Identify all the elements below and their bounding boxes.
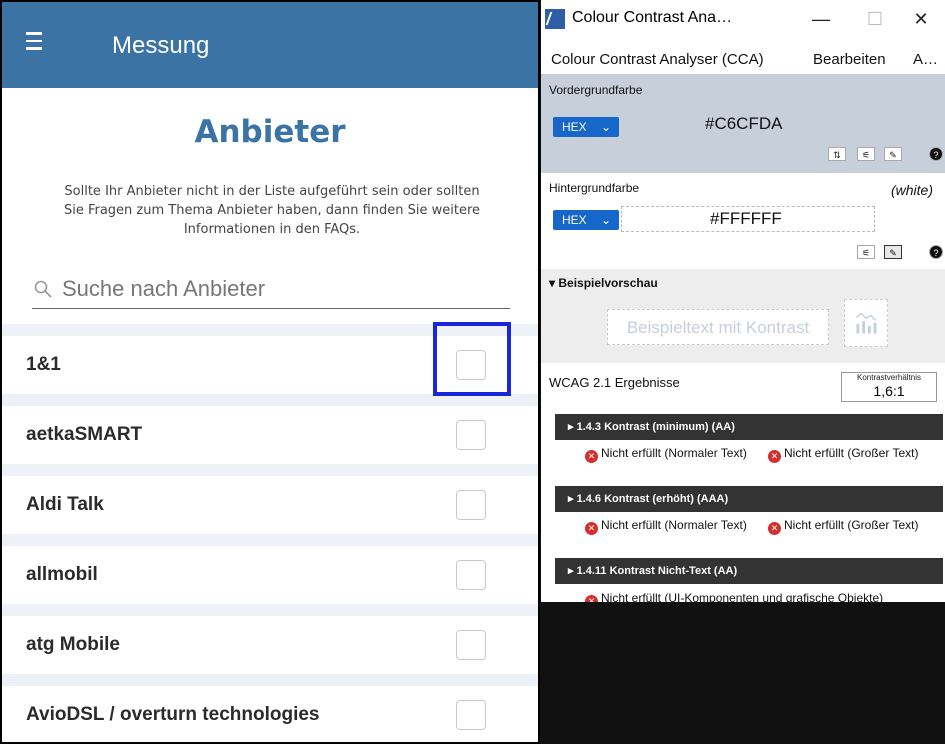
minimize-button[interactable]: —: [805, 6, 837, 32]
background-section: Hintergrundfarbe (white) HEX ⌄ #FFFFFF ⚟…: [541, 173, 945, 269]
list-item[interactable]: allmobil: [2, 534, 538, 604]
fail-icon: ✕: [768, 522, 781, 535]
background-format-dropdown[interactable]: HEX ⌄: [553, 210, 619, 230]
slider-settings-icon[interactable]: ⚟: [857, 245, 875, 259]
criterion-1411-toggle[interactable]: ▸ 1.4.11 Kontrast Nicht-Text (AA): [555, 558, 943, 584]
provider-checkbox[interactable]: [456, 420, 486, 450]
cca-app-icon: [545, 9, 565, 29]
foreground-hex-input[interactable]: #C6CFDA: [705, 114, 782, 134]
wcag-results-label: WCAG 2.1 Ergebnisse: [549, 375, 680, 390]
app-bar: Messung: [2, 2, 538, 88]
list-item[interactable]: AvioDSL / overturn technologies: [2, 674, 538, 742]
app-bar-title: Messung: [112, 32, 210, 59]
list-item[interactable]: 1&1: [2, 324, 538, 394]
foreground-format-dropdown[interactable]: HEX ⌄: [553, 117, 619, 137]
search-icon: [34, 280, 52, 298]
result-text: Nicht erfüllt (Normaler Text): [601, 446, 747, 460]
contrast-ratio-label: Kontrastverhältnis: [856, 373, 922, 382]
background-color-name: (white): [891, 182, 934, 198]
menu-bar: Colour Contrast Analyser (CCA) Bearbeite…: [541, 38, 945, 74]
search-bar: [32, 272, 510, 309]
preview-chart-icon: [844, 299, 888, 347]
provider-name: AvioDSL / overturn technologies: [26, 704, 320, 725]
foreground-label: Vordergrundfarbe: [549, 83, 643, 97]
criterion-143-toggle[interactable]: ▸ 1.4.3 Kontrast (minimum) (AA): [555, 414, 943, 440]
app-window: Messung Anbieter Sollte Ihr Anbieter nic…: [0, 0, 540, 744]
format-label: HEX: [562, 120, 587, 134]
result-text: Nicht erfüllt (Großer Text): [784, 518, 919, 532]
preview-toggle[interactable]: ▾ Beispielvorschau: [549, 276, 658, 290]
result-normal-text: ✕ Nicht erfüllt (Normaler Text): [585, 447, 755, 463]
maximize-button[interactable]: ☐: [859, 6, 891, 32]
fail-icon: ✕: [768, 450, 781, 463]
chevron-down-icon: ⌄: [600, 213, 611, 227]
provider-checkbox[interactable]: [456, 350, 486, 380]
title-bar: Colour Contrast Ana… — ☐ ✕: [541, 0, 945, 38]
hamburger-menu-icon[interactable]: [26, 32, 42, 54]
provider-name: 1&1: [26, 354, 61, 375]
list-item[interactable]: atg Mobile: [2, 604, 538, 674]
cca-window: Colour Contrast Ana… — ☐ ✕ Colour Contra…: [541, 0, 945, 602]
list-item[interactable]: Aldi Talk: [2, 464, 538, 534]
chevron-down-icon: ⌄: [600, 120, 611, 134]
fail-icon: ✕: [585, 450, 598, 463]
wcag-results-section: WCAG 2.1 Ergebnisse Kontrastverhältnis 1…: [541, 363, 945, 602]
contrast-ratio-value: 1,6:1: [873, 383, 905, 399]
intro-text: Sollte Ihr Anbieter nicht in der Liste a…: [63, 184, 481, 237]
provider-name: aetkaSMART: [26, 424, 143, 445]
list-item[interactable]: aetkaSMART: [2, 394, 538, 464]
help-icon[interactable]: ?: [929, 245, 943, 259]
background-hex-field[interactable]: #FFFFFF: [621, 206, 875, 232]
fail-icon: ✕: [585, 522, 598, 535]
result-large-text: ✕ Nicht erfüllt (Großer Text): [768, 519, 918, 535]
provider-checkbox[interactable]: [456, 630, 486, 660]
format-label: HEX: [562, 213, 587, 227]
preview-section: ▾ Beispielvorschau Beispieltext mit Kont…: [541, 269, 945, 363]
close-button[interactable]: ✕: [905, 6, 937, 32]
provider-checkbox[interactable]: [456, 700, 486, 730]
contrast-ratio-box: Kontrastverhältnis 1,6:1: [841, 372, 937, 402]
swap-colors-icon[interactable]: ⇅: [828, 147, 846, 161]
result-text: Nicht erfüllt (UI-Komponenten und grafis…: [601, 591, 884, 602]
menu-item-more[interactable]: A…: [913, 51, 938, 68]
provider-list: 1&1 aetkaSMART Aldi Talk allmobil atg Mo…: [2, 324, 538, 742]
background-label: Hintergrundfarbe: [549, 181, 640, 195]
background-hex-input[interactable]: #FFFFFF: [710, 209, 782, 229]
provider-name: allmobil: [26, 564, 98, 585]
provider-name: atg Mobile: [26, 634, 120, 655]
foreground-section: Vordergrundfarbe HEX ⌄ #C6CFDA ⇅ ⚟ ✎ ?: [541, 74, 945, 173]
result-text: Nicht erfüllt (Normaler Text): [601, 518, 747, 532]
help-icon[interactable]: ?: [929, 147, 943, 161]
provider-name: Aldi Talk: [26, 494, 104, 515]
result-text: Nicht erfüllt (Großer Text): [784, 446, 919, 460]
menu-item-bearbeiten[interactable]: Bearbeiten: [813, 51, 886, 68]
fail-icon: ✕: [585, 595, 598, 602]
provider-checkbox[interactable]: [456, 490, 486, 520]
search-input[interactable]: [62, 274, 502, 304]
criterion-146-toggle[interactable]: ▸ 1.4.6 Kontrast (erhöht) (AAA): [555, 486, 943, 512]
eyedropper-icon[interactable]: ✎: [884, 147, 902, 161]
result-large-text: ✕ Nicht erfüllt (Großer Text): [768, 447, 918, 463]
result-normal-text: ✕ Nicht erfüllt (Normaler Text): [585, 519, 755, 535]
eyedropper-icon[interactable]: ✎: [884, 245, 902, 259]
slider-settings-icon[interactable]: ⚟: [857, 147, 875, 161]
window-title: Colour Contrast Ana…: [572, 9, 733, 26]
menu-item-cca[interactable]: Colour Contrast Analyser (CCA): [551, 51, 764, 68]
result-nontext: ✕ Nicht erfüllt (UI-Komponenten und grafi…: [585, 592, 883, 602]
preview-sample-text: Beispieltext mit Kontrast: [607, 309, 829, 345]
page-title: Anbieter: [194, 114, 346, 150]
provider-checkbox[interactable]: [456, 560, 486, 590]
